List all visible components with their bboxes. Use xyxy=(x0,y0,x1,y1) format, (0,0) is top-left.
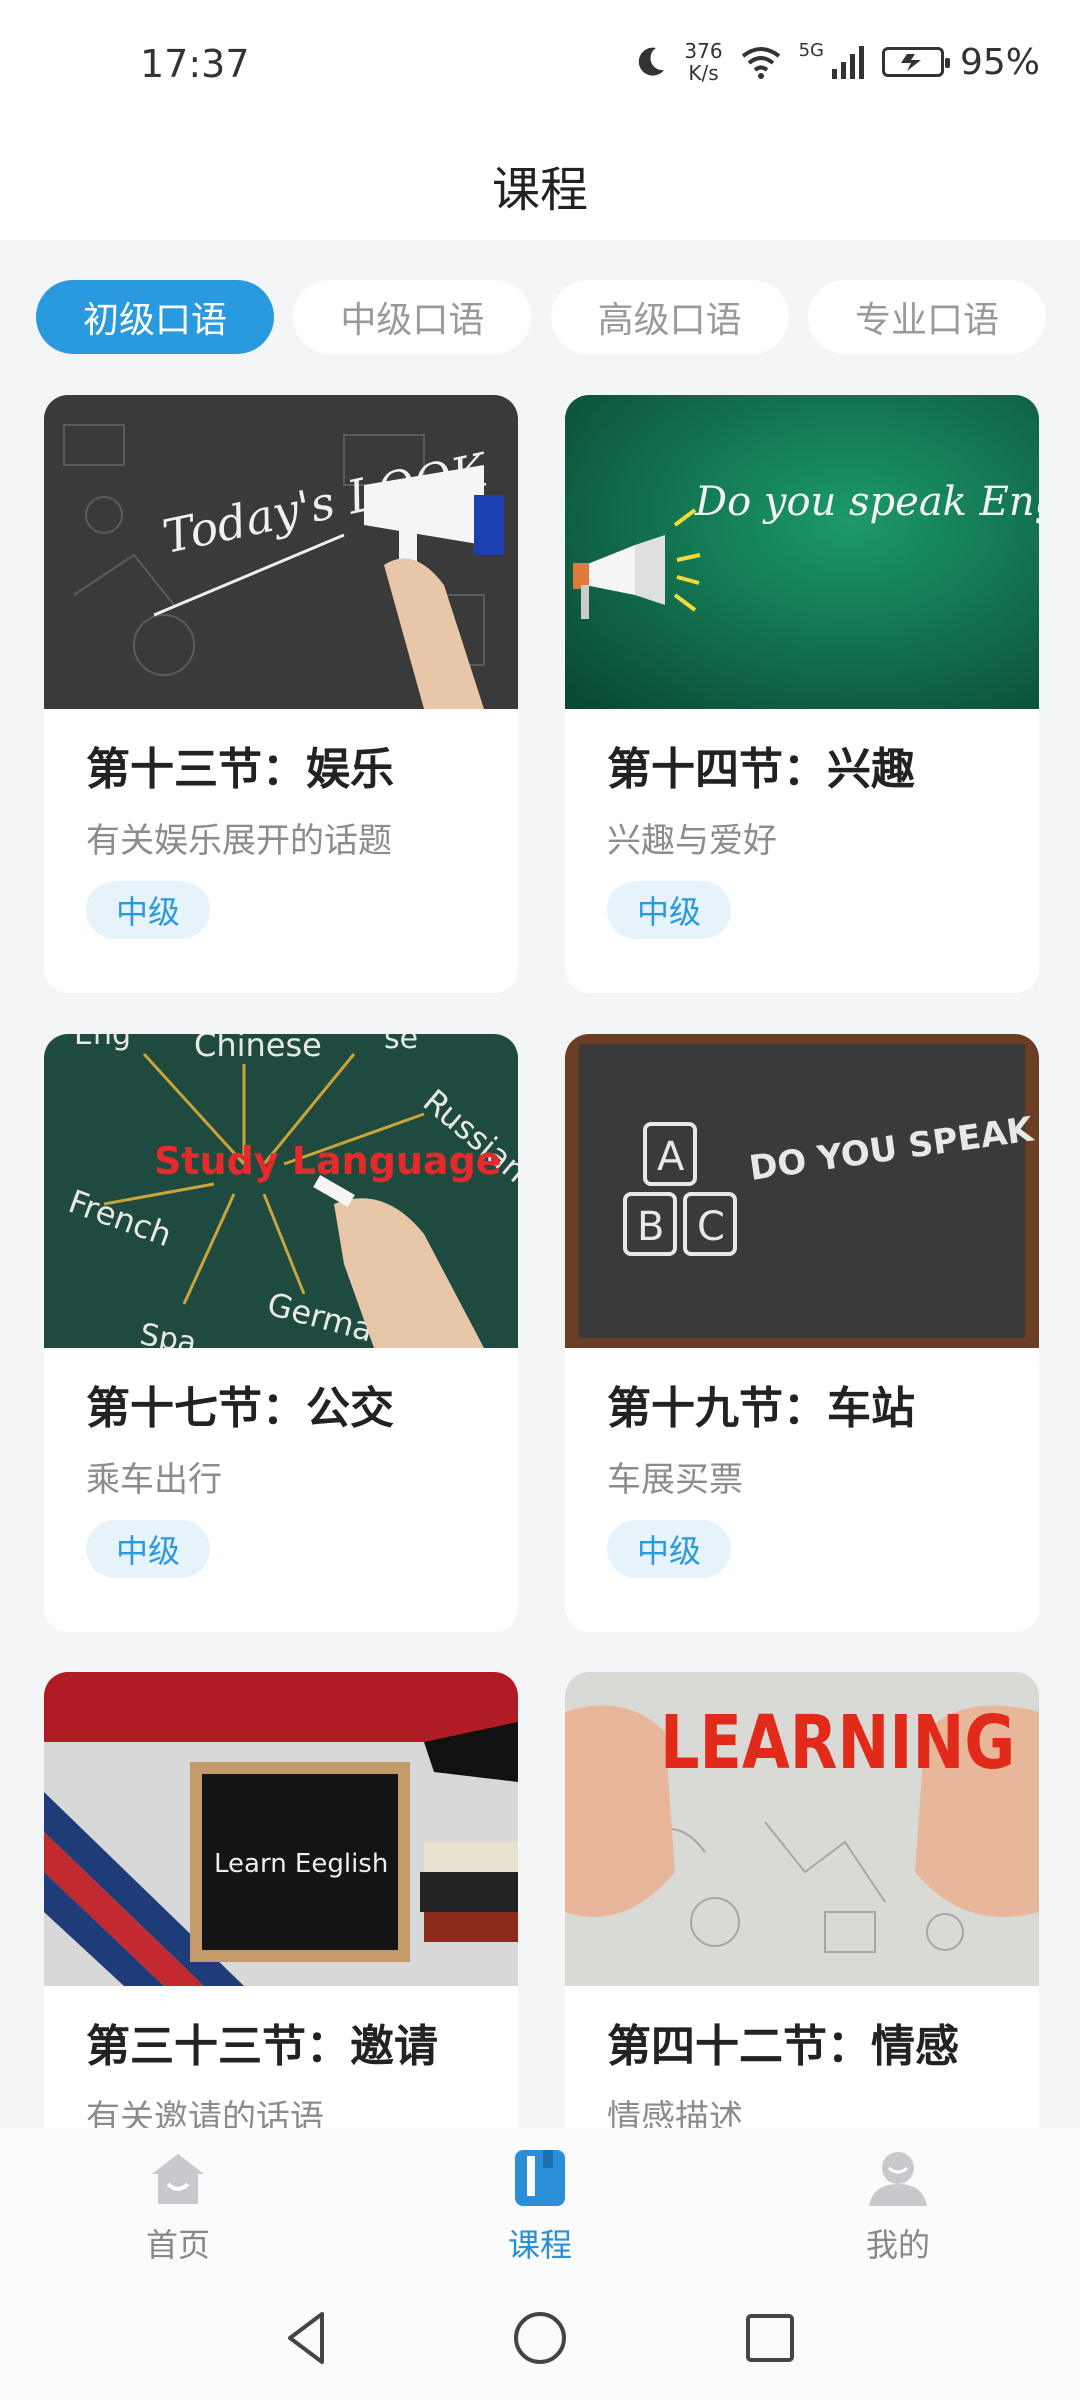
course-thumbnail: Learn Eeglish xyxy=(44,1672,518,1986)
card-title: 第十四节：兴趣 xyxy=(607,744,915,795)
moon-icon xyxy=(639,47,665,76)
back-icon[interactable] xyxy=(276,2306,340,2370)
card-image-letter: C xyxy=(697,1204,725,1250)
status-time: 17:37 xyxy=(140,42,250,86)
battery-icon xyxy=(881,47,950,77)
profile-icon xyxy=(869,2152,927,2206)
home-circle-icon[interactable] xyxy=(508,2306,572,2370)
card-image-caption: Learn Eeglish xyxy=(214,1849,388,1879)
network-type: 5G xyxy=(798,40,824,61)
tab-intermediate-speaking[interactable]: 中级口语 xyxy=(293,280,532,354)
app-screen: 17:37 376 K/s 5G 95% 课程 初级口语 中级口语 高级口语 专… xyxy=(0,0,1080,2400)
nav-home-label: 首页 xyxy=(145,2226,210,2264)
nav-courses-label: 课程 xyxy=(507,2226,572,2264)
book-icon xyxy=(515,2150,565,2206)
level-badge: 中级 xyxy=(607,1520,731,1578)
card-image-letter: A xyxy=(657,1134,685,1180)
nav-profile[interactable]: 我的 xyxy=(798,2148,998,2266)
signal-icon xyxy=(831,46,864,79)
course-card[interactable]: Do you speak English? 第十四节：兴趣 兴趣与爱好 中级 xyxy=(565,395,1039,993)
system-nav-bar xyxy=(0,2278,1080,2400)
course-thumbnail: LEARNING xyxy=(565,1672,1039,1986)
card-title: 第十九节：车站 xyxy=(607,1383,915,1434)
card-description: 车展买票 xyxy=(607,1460,743,1500)
course-card[interactable]: Today's LOOK 第十三节：娱乐 有关娱乐展开的话题 中级 xyxy=(44,395,518,993)
tab-beginner-speaking[interactable]: 初级口语 xyxy=(36,280,274,354)
network-speed: 376 K/s xyxy=(684,40,722,84)
tab-advanced-speaking[interactable]: 高级口语 xyxy=(550,280,789,354)
card-image-letter: B xyxy=(637,1204,664,1250)
status-bar: 17:37 376 K/s 5G 95% xyxy=(0,0,1080,130)
card-title: 第三十三节：邀请 xyxy=(86,2021,438,2072)
wifi-icon xyxy=(741,47,780,79)
bottom-nav: 首页 课程 我的 xyxy=(0,2128,1080,2278)
card-image-caption: Study Language xyxy=(154,1139,502,1183)
card-description: 兴趣与爱好 xyxy=(607,821,777,861)
level-badge: 中级 xyxy=(86,881,210,939)
recents-icon[interactable] xyxy=(738,2306,802,2370)
course-thumbnail: A B C DO YOU SPEAK ENGLISH? xyxy=(565,1034,1039,1348)
course-card[interactable]: Eng Chinese se Russian French German Spa… xyxy=(44,1034,518,1632)
nav-courses[interactable]: 课程 xyxy=(440,2148,640,2266)
course-card[interactable]: A B C DO YOU SPEAK ENGLISH? 第十九节：车站 车展买票… xyxy=(565,1034,1039,1632)
speed-value: 376 xyxy=(684,39,723,63)
tab-professional-speaking[interactable]: 专业口语 xyxy=(807,280,1046,354)
course-thumbnail: Eng Chinese se Russian French German Spa… xyxy=(44,1034,518,1348)
course-thumbnail: Today's LOOK xyxy=(44,395,518,709)
card-description: 乘车出行 xyxy=(86,1460,222,1500)
card-image-word: se xyxy=(384,1034,418,1056)
status-icons: 376 K/s 5G 95% xyxy=(632,40,1040,84)
card-title: 第四十二节：情感 xyxy=(607,2021,959,2072)
card-title: 第十三节：娱乐 xyxy=(86,744,394,795)
card-image-word: Chinese xyxy=(194,1034,322,1064)
course-thumbnail: Do you speak English? xyxy=(565,395,1039,709)
card-image-word: Eng xyxy=(74,1034,131,1052)
level-badge: 中级 xyxy=(86,1520,210,1578)
page-title: 课程 xyxy=(491,162,588,218)
page-header: 课程 xyxy=(0,130,1080,240)
card-image-caption: Do you speak English? xyxy=(694,479,1039,525)
home-icon xyxy=(152,2154,204,2204)
speed-unit: K/s xyxy=(688,61,719,85)
battery-percent: 95% xyxy=(959,41,1040,83)
nav-profile-label: 我的 xyxy=(865,2226,930,2264)
card-title: 第十七节：公交 xyxy=(86,1383,394,1434)
card-description: 有关娱乐展开的话题 xyxy=(86,821,392,861)
level-badge: 中级 xyxy=(607,881,731,939)
card-image-caption: LEARNING xyxy=(660,1700,1015,1787)
nav-home[interactable]: 首页 xyxy=(78,2148,278,2266)
level-tabs: 初级口语 中级口语 高级口语 专业口语 xyxy=(36,280,1046,354)
